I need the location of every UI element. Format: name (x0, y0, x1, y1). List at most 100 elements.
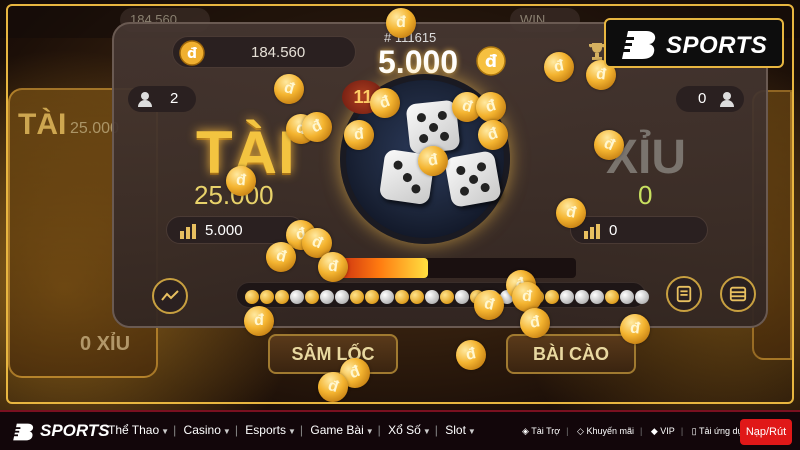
stats-chart-button[interactable] (152, 278, 188, 314)
chevron-down-icon: ▼ (287, 427, 296, 436)
nav-logo-text: SPORTS (40, 421, 110, 440)
tai-players-value: 2 (170, 90, 179, 107)
flying-coin-icon: đ (453, 337, 489, 373)
die-pip (476, 161, 487, 173)
background-sam-loc-label: SÂM LỐC (268, 334, 398, 374)
die-pip (437, 110, 448, 121)
vip-link[interactable]: ◆ VIP (651, 426, 675, 436)
user-icon (720, 92, 734, 107)
my-bet-tai-value: 5.000 (205, 222, 243, 239)
my-bet-tai[interactable]: 5.000 (166, 216, 304, 244)
chip-stack-icon (584, 224, 600, 239)
background-xiu-label: 0 XỈU (80, 333, 131, 355)
vip-link-label: VIP (660, 426, 675, 436)
document-icon (676, 285, 692, 303)
nav-separator: | (377, 423, 381, 437)
nav-separator: | (173, 423, 177, 437)
chevron-down-icon: ▼ (222, 427, 231, 436)
sponsor-link[interactable]: ◈ Tài Trợ (522, 426, 560, 436)
deposit-withdraw-button[interactable]: Nạp/Rút (740, 419, 792, 445)
ranking-table-button[interactable] (720, 276, 756, 312)
history-result-dot (635, 290, 649, 304)
chevron-down-icon: ▼ (467, 427, 476, 436)
nav-separator: | (434, 423, 438, 437)
die-pip (416, 112, 427, 123)
history-result-dot (260, 290, 274, 304)
history-result-dot (410, 290, 424, 304)
history-result-dot (350, 290, 364, 304)
phone-icon: ▯ (691, 426, 697, 436)
user-icon (138, 92, 152, 107)
die-pip (479, 182, 491, 193)
die-pip (401, 171, 413, 183)
die-pip (455, 165, 467, 176)
die-pip (418, 133, 429, 144)
balance-value: 184.560 (251, 44, 306, 61)
history-result-dot (620, 290, 634, 304)
history-result-dot (575, 290, 589, 304)
background-bai-cao-label: BÀI CÀO (506, 334, 636, 374)
history-result-dot (545, 290, 559, 304)
xiu-players-count: 0 (676, 86, 744, 112)
nav-separator: | (566, 426, 569, 436)
history-result-dot (395, 290, 409, 304)
site-navbar: SPORTS Thể Thao ▼ | Casino ▼ | Esports ▼ | Gam… (0, 410, 800, 450)
die-pip (459, 185, 470, 197)
shield-icon: ◈ (522, 426, 529, 436)
history-result-dot (290, 290, 304, 304)
background-tai-label: TÀI (18, 108, 67, 141)
brand-b-icon (12, 423, 34, 441)
nav-item-the-thao[interactable]: Thể Thao ▼ (108, 423, 169, 437)
die-pip (392, 160, 404, 171)
die-pip (467, 173, 479, 185)
sponsor-link-label: Tài Trợ (531, 426, 561, 436)
nav-item-label: Slot (445, 423, 466, 437)
nav-item-label: Thể Thao (108, 423, 160, 437)
svg-text:đ: đ (187, 46, 197, 62)
chip-stack-icon (180, 224, 196, 239)
die-pip (439, 131, 450, 142)
history-result-dot (605, 290, 619, 304)
xiu-total-amount: 0 (638, 180, 653, 210)
nav-separator: | (299, 423, 304, 437)
nav-item-label: Esports (245, 423, 286, 437)
xiu-players-value: 0 (698, 90, 707, 107)
chevron-down-icon: ▼ (161, 427, 170, 436)
history-result-dot (590, 290, 604, 304)
nav-logo[interactable]: SPORTS (12, 420, 110, 444)
chevron-down-icon: ▼ (365, 427, 374, 436)
promotion-link[interactable]: ◇ Khuyến mãi (577, 426, 634, 436)
line-chart-icon (161, 290, 179, 301)
countdown-progress (330, 258, 576, 278)
nav-item-game-bai[interactable]: Game Bài ▼ (310, 423, 373, 437)
nav-item-slot[interactable]: Slot ▼ (445, 423, 476, 437)
nav-separator: | (680, 426, 684, 436)
nav-item-esports[interactable]: Esports ▼ (245, 423, 296, 437)
svg-text:đ: đ (485, 52, 498, 72)
brand-b-icon (620, 31, 656, 59)
nav-links: ◈ Tài Trợ | ◇ Khuyến mãi | ◆ VIP | ▯ Tải ứn… (522, 426, 759, 437)
nav-item-xo-so[interactable]: Xổ Số ▼ (388, 423, 431, 437)
tai-players-count: 2 (128, 86, 196, 112)
diamond-icon: ◆ (650, 426, 658, 436)
nav-item-casino[interactable]: Casino ▼ (184, 423, 231, 437)
history-result-dot (305, 290, 319, 304)
history-result-dot (425, 290, 439, 304)
my-bet-xiu[interactable]: 0 (570, 216, 708, 244)
currency-coin-icon: đ (476, 46, 506, 76)
history-result-dot (560, 290, 574, 304)
nav-item-label: Casino (183, 423, 221, 437)
coin-icon: đ (179, 40, 205, 66)
brand-logo: SPORTS (604, 18, 784, 68)
my-bet-xiu-value: 0 (609, 222, 618, 239)
history-result-dot (335, 290, 349, 304)
die-3 (444, 150, 502, 208)
result-history (236, 282, 649, 308)
history-log-button[interactable] (666, 276, 702, 312)
history-result-dot (440, 290, 454, 304)
history-result-dot (365, 290, 379, 304)
table-icon (729, 286, 747, 302)
nav-separator: | (234, 423, 238, 437)
balance-display: đ 184.560 (172, 36, 356, 68)
nav-item-label: Xổ Số (388, 423, 421, 437)
